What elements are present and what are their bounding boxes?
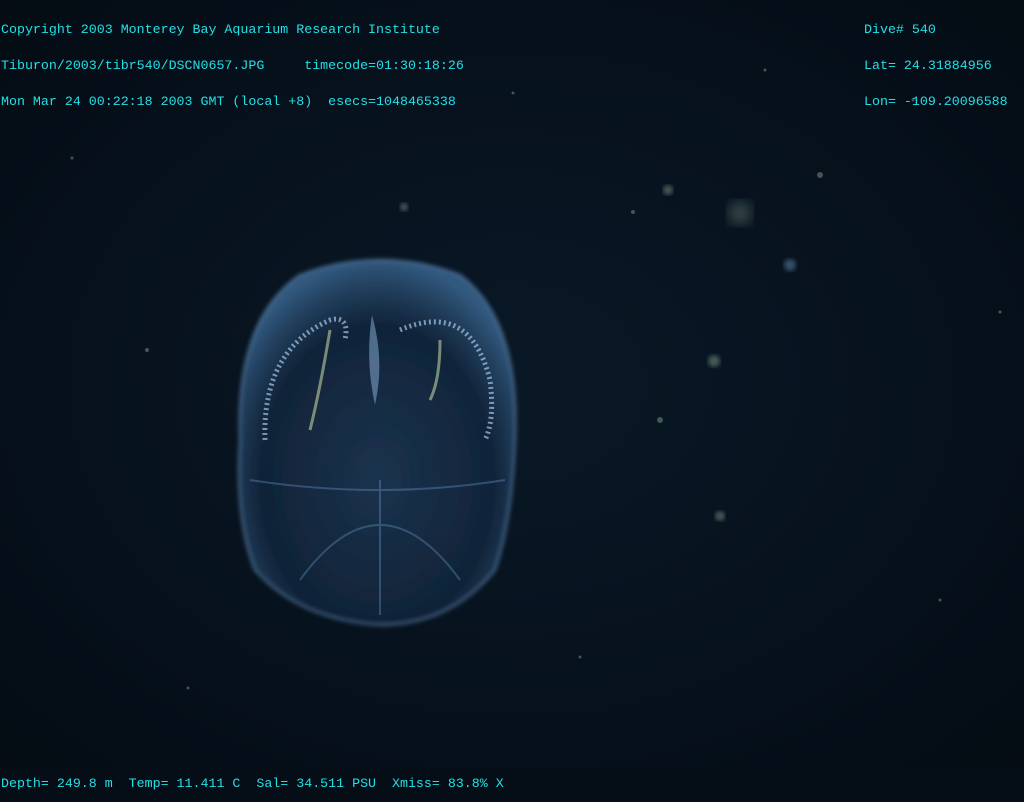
file-timecode-text: Tiburon/2003/tibr540/DSCN0657.JPG timeco… <box>1 58 464 73</box>
sensor-info-block: Depth= 249.8 m Temp= 11.411 C Sal= 34.51… <box>1 754 504 802</box>
copyright-text: Copyright 2003 Monterey Bay Aquarium Res… <box>1 22 440 37</box>
sensor-readings: Depth= 249.8 m Temp= 11.411 C Sal= 34.51… <box>1 776 504 791</box>
longitude: Lon= -109.20096588 <box>864 94 1008 109</box>
marine-snow-particles <box>70 68 1002 690</box>
dive-number: Dive# 540 <box>864 22 936 37</box>
header-info-block: Copyright 2003 Monterey Bay Aquarium Res… <box>1 0 464 120</box>
ctenophore <box>238 259 517 627</box>
position-info-block: Dive# 540 Lat= 24.31884956 Lon= -109.200… <box>864 0 1008 120</box>
latitude: Lat= 24.31884956 <box>864 58 992 73</box>
date-esecs-text: Mon Mar 24 00:22:18 2003 GMT (local +8) … <box>1 94 456 109</box>
